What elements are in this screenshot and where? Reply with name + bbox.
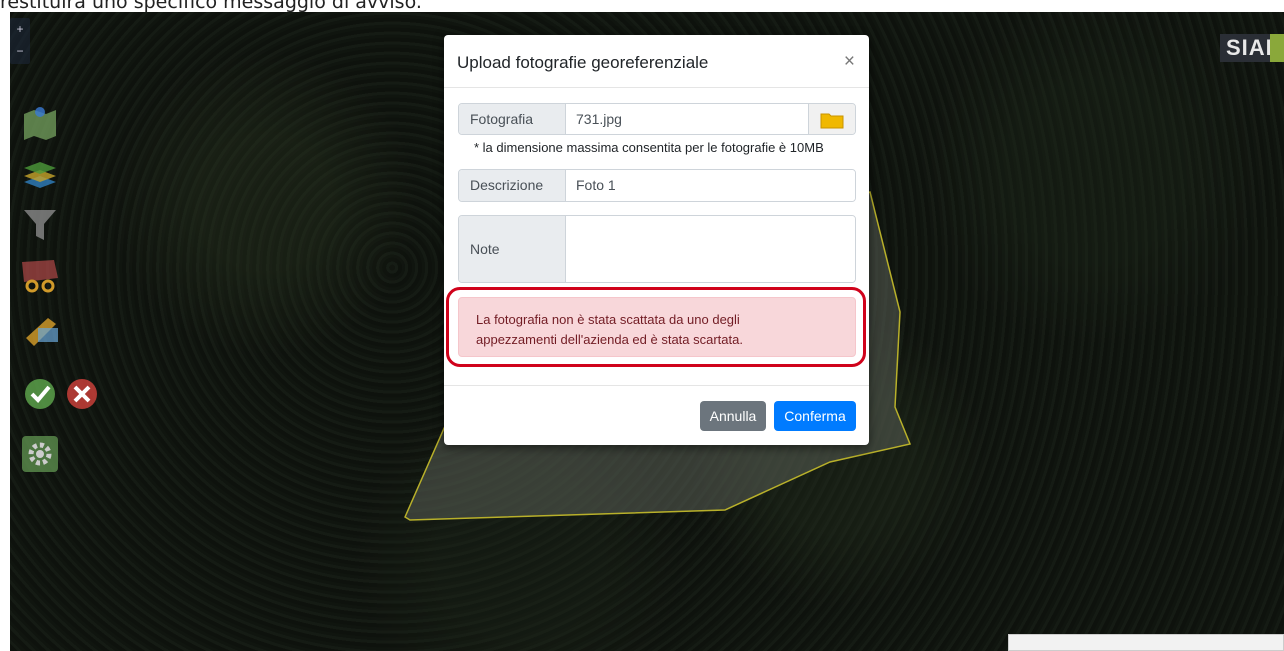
cancel-button[interactable]: Annulla [700, 401, 766, 431]
browse-button[interactable] [808, 104, 855, 134]
alert-highlight [446, 287, 866, 367]
file-size-hint: * la dimensione massima consentita per l… [474, 140, 824, 155]
zoom-out-button[interactable]: − [10, 40, 30, 62]
fotografia-group: Fotografia 731.jpg [458, 103, 856, 135]
upload-dialog: Upload fotografie georeferenziale × Foto… [444, 35, 869, 445]
filter-icon[interactable] [20, 204, 60, 244]
descrizione-field[interactable]: Foto 1 [566, 170, 855, 201]
close-button[interactable]: × [844, 52, 855, 71]
confirm-button[interactable]: Conferma [774, 401, 856, 431]
layers-icon[interactable] [20, 154, 60, 194]
zoom-in-button[interactable]: + [10, 18, 30, 40]
descrizione-label: Descrizione [459, 170, 566, 201]
note-label: Note [459, 216, 566, 282]
note-group: Note [458, 215, 856, 283]
scale-panel [1008, 634, 1284, 651]
fotografia-field[interactable]: 731.jpg [566, 104, 808, 134]
zoom-control: + − [10, 18, 30, 64]
fotografia-label: Fotografia [459, 104, 566, 134]
dialog-header: Upload fotografie georeferenziale × [444, 35, 869, 88]
draw-icon[interactable] [20, 314, 60, 354]
siap-logo: SIAP [1220, 34, 1284, 62]
caption-text: restituirà uno specifico messaggio di av… [0, 0, 422, 12]
map-icon[interactable] [20, 104, 60, 144]
dialog-footer-divider [444, 385, 869, 386]
folder-icon [820, 113, 844, 129]
cut-icon[interactable] [20, 256, 60, 296]
dialog-title: Upload fotografie georeferenziale [457, 53, 709, 72]
descrizione-group: Descrizione Foto 1 [458, 169, 856, 202]
note-textarea[interactable] [566, 216, 855, 282]
confirm-icon[interactable] [20, 374, 60, 414]
cancel-icon[interactable] [62, 374, 102, 414]
settings-icon[interactable] [20, 434, 60, 474]
